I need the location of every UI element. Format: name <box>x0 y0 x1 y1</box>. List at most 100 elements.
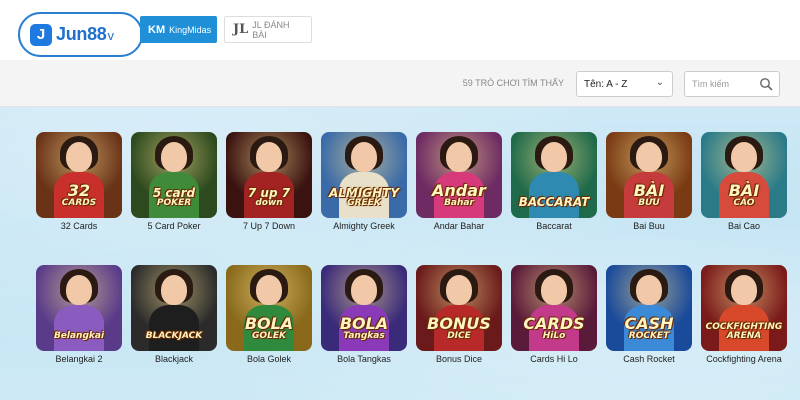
game-title-art: BLACKJACK <box>131 332 217 341</box>
game-name[interactable]: Cards Hi Lo <box>511 354 597 364</box>
game-name[interactable]: 5 Card Poker <box>131 221 217 231</box>
game-tile[interactable]: 5 card POKER 5 Card Poker <box>131 132 217 231</box>
game-title-art-sub: CÀO <box>733 198 755 208</box>
game-name[interactable]: 7 Up 7 Down <box>226 221 312 231</box>
game-name[interactable]: Bai Buu <box>606 221 692 231</box>
game-thumbnail[interactable]: 5 card POKER <box>131 132 217 218</box>
tab-jl-label: JL ĐÁNH BÀI <box>252 19 290 40</box>
tab-kingmidas-label: KingMidas <box>169 24 212 35</box>
game-name[interactable]: Bonus Dice <box>416 354 502 364</box>
tab-kingmidas[interactable]: KM KingMidas <box>140 16 217 43</box>
header: J Jun88 v KM KingMidas JL JL ĐÁNH BÀI <box>0 0 800 60</box>
game-tile[interactable]: COCKFIGHTING ARENA Cockfighting Arena <box>701 265 787 364</box>
game-title-art-main: BÀI <box>728 181 760 200</box>
sort-select[interactable]: Tên: A - Z ⌄ <box>576 71 673 97</box>
logo-text: Jun88 <box>56 24 107 44</box>
game-tile[interactable]: BACCARAT Baccarat <box>511 132 597 231</box>
game-title-art: CARDS HiLo <box>511 316 597 341</box>
tab-jl-danh-bai[interactable]: JL JL ĐÁNH BÀI <box>224 16 312 43</box>
game-thumbnail[interactable]: BOLA Tangkas <box>321 265 407 351</box>
logo-badge-icon: J <box>30 23 52 46</box>
sort-selected-value: Tên: A - Z <box>584 78 628 90</box>
game-thumbnail[interactable]: BÀI BỬU <box>606 132 692 218</box>
game-tile[interactable]: BÀI CÀO Bai Cao <box>701 132 787 231</box>
jun88-logo[interactable]: J Jun88 v <box>18 12 143 57</box>
character-face <box>66 142 92 172</box>
game-name[interactable]: Bola Golek <box>226 354 312 364</box>
game-title-art-main: BOLA <box>339 314 389 333</box>
game-thumbnail[interactable]: CASH ROCKET <box>606 265 692 351</box>
game-thumbnail[interactable]: CARDS HiLo <box>511 265 597 351</box>
search-input[interactable]: Tìm kiếm <box>684 71 780 97</box>
game-thumbnail[interactable]: BOLA GOLEK <box>226 265 312 351</box>
game-tile[interactable]: 7 up 7 down 7 Up 7 Down <box>226 132 312 231</box>
game-title-art-sub: ARENA <box>726 331 762 341</box>
game-thumbnail[interactable]: 7 up 7 down <box>226 132 312 218</box>
game-thumbnail[interactable]: BONUS DICE <box>416 265 502 351</box>
game-tile[interactable]: BONUS DICE Bonus Dice <box>416 265 502 364</box>
game-title-art: BACCARAT <box>511 196 597 208</box>
game-thumbnail[interactable]: 32 CARDS <box>36 132 122 218</box>
game-title-art-sub: POKER <box>156 198 192 208</box>
logo-suffix: v <box>107 28 115 43</box>
game-thumbnail[interactable]: BACCARAT <box>511 132 597 218</box>
game-name[interactable]: Blackjack <box>131 354 217 364</box>
game-thumbnail[interactable]: COCKFIGHTING ARENA <box>701 265 787 351</box>
game-tile[interactable]: Belangkai Belangkai 2 <box>36 265 122 364</box>
game-title-art: BOLA GOLEK <box>226 316 312 341</box>
character-face <box>541 275 567 305</box>
game-title-art-main: BLACKJACK <box>145 331 203 341</box>
game-thumbnail[interactable]: ALMIGHTY GREEK <box>321 132 407 218</box>
character-face <box>351 275 377 305</box>
game-title-art: COCKFIGHTING ARENA <box>701 323 787 341</box>
game-title-art-main: Andar <box>432 181 486 200</box>
game-title-art-sub: GREEK <box>347 198 381 208</box>
game-tile[interactable]: BOLA GOLEK Bola Golek <box>226 265 312 364</box>
game-tile[interactable]: BÀI BỬU Bai Buu <box>606 132 692 231</box>
character-face <box>66 275 92 305</box>
game-title-art: BOLA Tangkas <box>321 316 407 341</box>
game-thumbnail[interactable]: BÀI CÀO <box>701 132 787 218</box>
game-name[interactable]: Bai Cao <box>701 221 787 231</box>
game-name[interactable]: Baccarat <box>511 221 597 231</box>
game-title-art-sub: BỬU <box>638 198 660 208</box>
character-body <box>149 305 199 351</box>
game-thumbnail[interactable]: Andar Bahar <box>416 132 502 218</box>
game-tile[interactable]: ALMIGHTY GREEK Almighty Greek <box>321 132 407 231</box>
game-title-art-sub: CARDS <box>61 198 97 208</box>
game-name[interactable]: Bola Tangkas <box>321 354 407 364</box>
game-name[interactable]: Cockfighting Arena <box>701 354 787 364</box>
game-tile[interactable]: CASH ROCKET Cash Rocket <box>606 265 692 364</box>
game-name[interactable]: 32 Cards <box>36 221 122 231</box>
game-name[interactable]: Cash Rocket <box>606 354 692 364</box>
game-tile[interactable]: 32 CARDS 32 Cards <box>36 132 122 231</box>
character-face <box>731 142 757 172</box>
game-tile[interactable]: BLACKJACK Blackjack <box>131 265 217 364</box>
character-face <box>256 142 282 172</box>
game-title-art: BÀI CÀO <box>701 183 787 208</box>
game-tile[interactable]: Andar Bahar Andar Bahar <box>416 132 502 231</box>
game-thumbnail[interactable]: BLACKJACK <box>131 265 217 351</box>
game-title-art-main: CARDS <box>523 314 585 333</box>
game-title-art-sub: Bahar <box>444 198 474 208</box>
game-title-art-main: Belangkai <box>53 331 105 341</box>
games-found-count: 59 TRÒ CHƠI TÌM THẤY <box>462 78 564 88</box>
game-name[interactable]: Belangkai 2 <box>36 354 122 364</box>
game-thumbnail[interactable]: Belangkai <box>36 265 122 351</box>
filter-bar: 59 TRÒ CHƠI TÌM THẤY Tên: A - Z ⌄ Tìm ki… <box>0 60 800 107</box>
game-title-art-sub: down <box>255 198 283 208</box>
game-title-art: CASH ROCKET <box>606 316 692 341</box>
game-tile[interactable]: CARDS HiLo Cards Hi Lo <box>511 265 597 364</box>
search-icon[interactable] <box>759 77 773 91</box>
character-body <box>54 305 104 351</box>
character-face <box>731 275 757 305</box>
game-title-art: Belangkai <box>36 332 122 341</box>
character-face <box>161 142 187 172</box>
game-tile[interactable]: BOLA Tangkas Bola Tangkas <box>321 265 407 364</box>
character-face <box>636 275 662 305</box>
character-face <box>161 275 187 305</box>
game-name[interactable]: Almighty Greek <box>321 221 407 231</box>
jl-logo-icon: JL <box>233 22 249 37</box>
game-name[interactable]: Andar Bahar <box>416 221 502 231</box>
character-face <box>446 275 472 305</box>
